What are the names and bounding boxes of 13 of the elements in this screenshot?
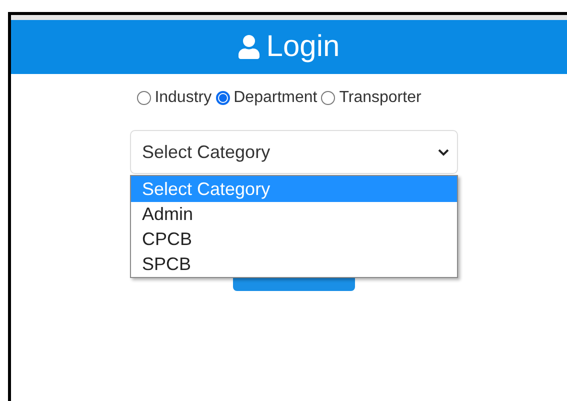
- category-select[interactable]: Select Category: [130, 130, 458, 174]
- radio-button[interactable]: [216, 91, 230, 105]
- user-icon: [238, 35, 260, 59]
- radio-button[interactable]: [321, 91, 336, 105]
- radio-label[interactable]: Department: [234, 86, 318, 110]
- chevron-down-icon: [438, 148, 449, 156]
- radio-button[interactable]: [136, 91, 151, 105]
- radio-label[interactable]: Transporter: [339, 86, 422, 110]
- dropdown-option[interactable]: SPCB: [131, 252, 457, 277]
- dropdown-option[interactable]: Admin: [131, 202, 457, 227]
- dropdown-option[interactable]: CPCB: [131, 227, 457, 252]
- login-title: Login: [266, 32, 340, 62]
- radio-label[interactable]: Industry: [154, 86, 212, 110]
